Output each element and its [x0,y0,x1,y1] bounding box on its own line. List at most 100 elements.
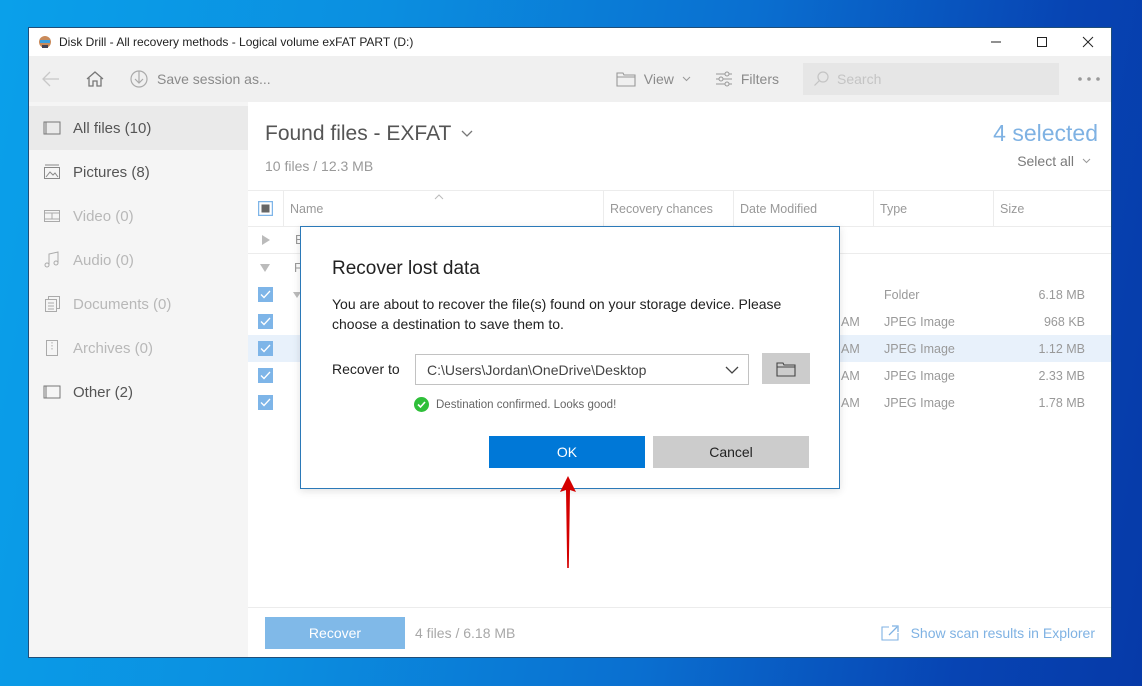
chevron-down-icon [725,366,739,374]
row-date-suffix: AM [841,368,860,383]
folder-icon [616,72,636,87]
table-header: Name Recovery chances Date Modified Type… [248,190,1111,227]
search-icon [814,71,829,86]
select-all-label: Select all [1017,153,1074,169]
recover-dialog: Recover lost data You are about to recov… [300,226,840,489]
dialog-title: Recover lost data [332,258,480,279]
column-name[interactable]: Name [283,191,603,226]
row-size: 6.18 MB [1038,287,1085,302]
view-label: View [643,71,674,87]
sidebar-item-audio[interactable]: Audio (0) [29,238,248,282]
page-title: Found files - EXFAT [265,122,452,145]
ellipsis-icon [1078,77,1100,81]
checkbox-partial-icon [258,201,273,216]
arrow-left-icon [42,71,59,87]
sidebar-item-pictures[interactable]: Pictures (8) [29,150,248,194]
minimize-icon [991,41,1001,43]
ok-button[interactable]: OK [489,436,645,468]
cancel-button[interactable]: Cancel [653,436,809,468]
recover-summary: 4 files / 6.18 MB [415,624,516,641]
save-session-button[interactable]: Save session as... [129,69,271,89]
sidebar: All files (10) Pictures (8) Video (0) Au… [29,102,248,657]
browse-folder-button[interactable] [762,353,810,384]
download-icon [130,70,148,88]
sidebar-item-label: Video (0) [73,207,134,225]
archive-icon [46,340,58,356]
back-button[interactable] [41,71,61,87]
sidebar-item-archives[interactable]: Archives (0) [29,326,248,370]
sidebar-item-label: Pictures (8) [73,163,150,181]
column-type[interactable]: Type [873,191,993,226]
row-type: JPEG Image [884,395,955,410]
sidebar-item-documents[interactable]: Documents (0) [29,282,248,326]
header-checkbox[interactable] [248,201,283,216]
sidebar-item-label: Audio (0) [73,251,134,269]
all-files-icon [43,121,61,135]
row-type: JPEG Image [884,314,955,329]
chevron-down-icon [1082,158,1091,164]
disk-drill-logo-icon [38,35,52,49]
check-icon [260,317,271,326]
sort-ascending-icon [434,194,444,200]
maximize-button[interactable] [1019,28,1065,56]
row-checkbox[interactable] [258,341,273,356]
show-in-explorer-label: Show scan results in Explorer [910,624,1095,641]
search-placeholder: Search [837,71,882,87]
row-checkbox[interactable] [258,395,273,410]
collapse-arrow-icon [260,263,270,272]
row-checkbox[interactable] [258,314,273,329]
destination-status-text: Destination confirmed. Looks good! [436,398,617,411]
home-button[interactable] [85,70,105,88]
toolbar: Save session as... View Filters Search [29,56,1111,102]
sidebar-item-video[interactable]: Video (0) [29,194,248,238]
save-session-label: Save session as... [157,71,271,87]
close-button[interactable] [1065,28,1111,56]
view-menu-button[interactable]: View [616,71,691,87]
sidebar-item-label: Archives (0) [73,339,154,357]
column-date-modified[interactable]: Date Modified [733,191,873,226]
dialog-message: You are about to recover the file(s) fou… [332,296,782,332]
sidebar-item-label: Other (2) [73,383,134,401]
row-size: 1.78 MB [1038,395,1085,410]
row-size: 2.33 MB [1038,368,1085,383]
minimize-button[interactable] [973,28,1019,56]
destination-select[interactable]: C:\Users\Jordan\OneDrive\Desktop [415,354,749,385]
select-all-dropdown[interactable]: Select all [1017,153,1091,169]
column-recovery-chances[interactable]: Recovery chances [603,191,733,226]
row-type: Folder [884,287,920,302]
column-label: Size [1000,201,1025,216]
check-icon [260,398,271,407]
bottom-bar: Recover 4 files / 6.18 MB Show scan resu… [248,607,1111,657]
column-label: Name [290,201,324,216]
row-size: 1.12 MB [1038,341,1085,356]
video-icon [44,210,60,222]
expand-arrow-icon [262,235,270,245]
recover-button[interactable]: Recover [265,616,405,649]
row-checkbox[interactable] [258,287,273,302]
row-checkbox[interactable] [258,368,273,383]
filters-button[interactable]: Filters [715,71,779,87]
check-circle-icon [414,397,429,412]
found-files-title[interactable]: Found files - EXFAT [265,122,473,146]
column-label: Date Modified [740,201,818,216]
selected-count: 4 selected [993,120,1098,146]
home-icon [86,71,104,87]
row-type: JPEG Image [884,341,955,356]
sidebar-item-all-files[interactable]: All files (10) [29,106,248,150]
chevron-down-icon [461,130,473,137]
row-type: JPEG Image [884,368,955,383]
folder-icon [776,361,796,377]
maximize-icon [1037,37,1047,47]
row-date-suffix: AM [841,341,860,356]
picture-icon [44,164,60,179]
show-in-explorer-link[interactable]: Show scan results in Explorer [881,625,1095,641]
column-size[interactable]: Size [993,191,1111,226]
recover-to-label: Recover to [332,361,400,377]
filters-icon [715,71,732,87]
search-input[interactable]: Search [803,63,1059,95]
more-options-button[interactable] [1077,76,1101,82]
found-files-summary: 10 files / 12.3 MB [265,158,374,174]
destination-status: Destination confirmed. Looks good! [414,397,616,412]
sidebar-item-other[interactable]: Other (2) [29,370,248,414]
check-icon [260,344,271,353]
